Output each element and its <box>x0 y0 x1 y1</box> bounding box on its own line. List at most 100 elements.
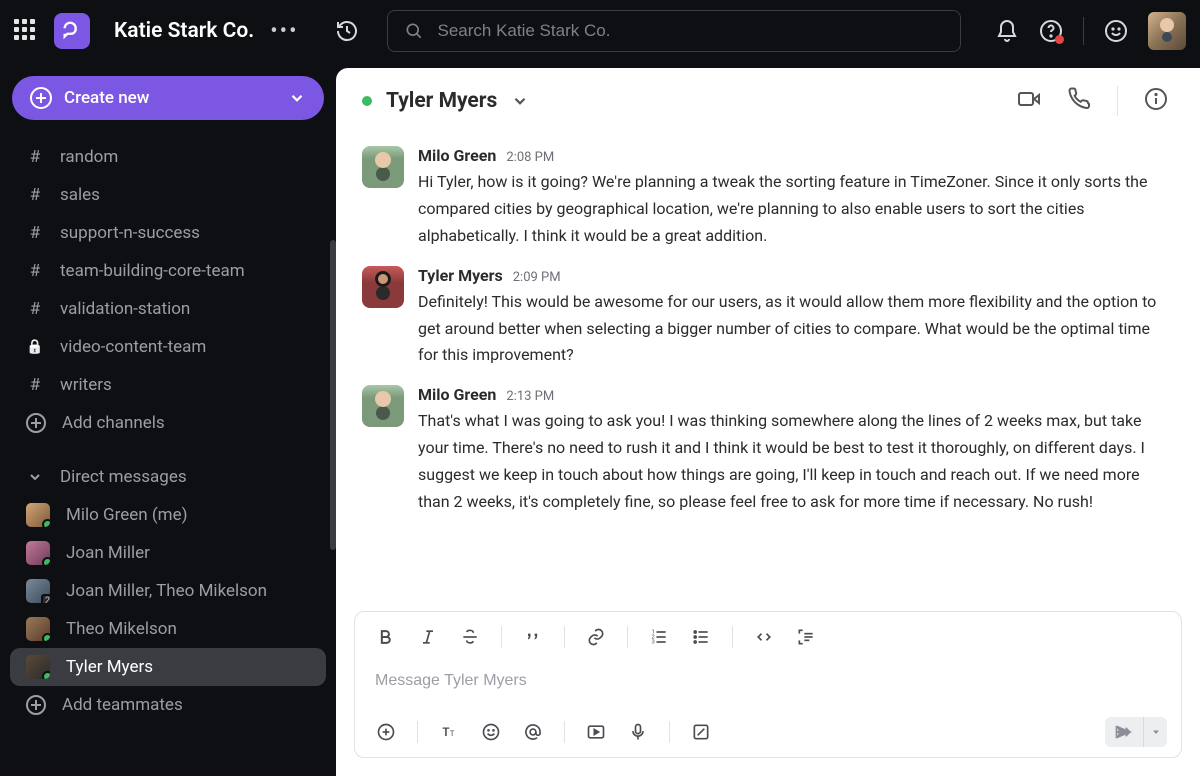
quote-icon[interactable] <box>516 620 550 654</box>
emoji-picker-icon[interactable] <box>474 715 508 749</box>
message-author[interactable]: Milo Green <box>418 146 496 165</box>
italic-icon[interactable] <box>411 620 445 654</box>
help-badge-dot <box>1055 35 1064 44</box>
presence-dot <box>42 519 50 527</box>
ordered-list-icon[interactable]: 123 <box>642 620 676 654</box>
send-button[interactable] <box>1105 717 1143 747</box>
message-avatar[interactable] <box>362 385 404 427</box>
dm-avatar <box>26 503 50 527</box>
message-time: 2:13 PM <box>506 389 554 404</box>
video-clip-icon[interactable] <box>579 715 613 749</box>
divider <box>501 626 502 648</box>
chat-area: Tyler Myers Milo Green2:08 PMHi Tyler, h… <box>336 68 1200 776</box>
mention-icon[interactable] <box>516 715 550 749</box>
history-icon[interactable] <box>335 19 359 43</box>
composer-input-area[interactable] <box>355 662 1181 707</box>
emoji-icon[interactable] <box>1104 19 1128 43</box>
dm-item[interactable]: Theo Mikelson <box>0 610 336 648</box>
channel-label: support-n-success <box>60 223 200 243</box>
chevron-down-icon <box>26 469 44 485</box>
channel-item[interactable]: #validation-station <box>0 290 336 328</box>
add-channels-button[interactable]: Add channels <box>0 404 336 442</box>
message-avatar[interactable] <box>362 266 404 308</box>
microphone-icon[interactable] <box>621 715 655 749</box>
composer-action-toolbar: TT <box>355 707 1181 757</box>
workspace-title[interactable]: Katie Stark Co. <box>114 19 254 43</box>
chevron-down-icon <box>288 89 306 107</box>
divider <box>564 721 565 743</box>
dm-label: Milo Green (me) <box>66 505 188 525</box>
link-icon[interactable] <box>579 620 613 654</box>
channel-item[interactable]: 🔒video-content-team <box>0 328 336 366</box>
dm-label: Tyler Myers <box>66 657 153 677</box>
code-icon[interactable] <box>747 620 781 654</box>
dm-avatar <box>26 541 50 565</box>
channel-item[interactable]: #random <box>0 138 336 176</box>
phone-call-icon[interactable] <box>1061 81 1097 121</box>
dm-section-header[interactable]: Direct messages <box>0 458 336 496</box>
shortcuts-icon[interactable] <box>684 715 718 749</box>
code-block-icon[interactable] <box>789 620 823 654</box>
add-teammates-button[interactable]: Add teammates <box>0 686 336 724</box>
dm-label: Joan Miller, Theo Mikelson <box>66 581 267 601</box>
bold-icon[interactable] <box>369 620 403 654</box>
message-list[interactable]: Milo Green2:08 PMHi Tyler, how is it goi… <box>336 134 1200 603</box>
divider <box>564 626 565 648</box>
video-call-icon[interactable] <box>1011 81 1047 121</box>
brand-logo[interactable] <box>54 13 90 49</box>
channel-label: validation-station <box>60 299 190 319</box>
notifications-icon[interactable] <box>995 19 1019 43</box>
divider <box>417 721 418 743</box>
send-options-button[interactable] <box>1143 717 1167 747</box>
help-icon[interactable] <box>1039 19 1063 43</box>
channel-item[interactable]: #writers <box>0 366 336 404</box>
top-right-icons <box>995 12 1186 50</box>
dm-item[interactable]: Joan Miller <box>0 534 336 572</box>
chat-header: Tyler Myers <box>336 68 1200 134</box>
channel-label: team-building-core-team <box>60 261 245 281</box>
more-menu-icon[interactable]: ••• <box>270 19 298 44</box>
hash-icon: # <box>26 261 44 281</box>
dm-section-label: Direct messages <box>60 467 296 487</box>
chat-title[interactable]: Tyler Myers <box>386 89 497 113</box>
dm-avatar <box>26 617 50 641</box>
info-icon[interactable] <box>1138 81 1174 121</box>
message-author[interactable]: Tyler Myers <box>418 266 503 285</box>
channel-label: video-content-team <box>60 337 206 357</box>
scrollbar[interactable] <box>330 240 336 550</box>
dm-avatar <box>26 655 50 679</box>
dm-item[interactable]: 2Joan Miller, Theo Mikelson <box>0 572 336 610</box>
dm-item[interactable]: Milo Green (me) <box>0 496 336 534</box>
dm-label: Theo Mikelson <box>66 619 177 639</box>
message-time: 2:09 PM <box>513 270 561 285</box>
presence-indicator <box>362 96 372 106</box>
app-switcher-icon[interactable] <box>14 19 38 43</box>
plus-circle-icon <box>30 87 52 109</box>
message: Tyler Myers2:09 PMDefinitely! This would… <box>358 258 1178 378</box>
composer-format-toolbar: 123 <box>355 612 1181 662</box>
channel-item[interactable]: #support-n-success <box>0 214 336 252</box>
channel-item[interactable]: # team-building-core-team <box>0 252 336 290</box>
create-new-button[interactable]: Create new <box>12 76 324 120</box>
chevron-down-icon[interactable] <box>511 92 529 110</box>
message-input[interactable] <box>373 671 1163 691</box>
composer: 123 TT <box>354 611 1182 758</box>
dm-item[interactable]: Tyler Myers <box>10 648 326 686</box>
strikethrough-icon[interactable] <box>453 620 487 654</box>
bullet-list-icon[interactable] <box>684 620 718 654</box>
channel-label: sales <box>60 185 100 205</box>
message-avatar[interactable] <box>362 146 404 188</box>
attach-icon[interactable] <box>369 715 403 749</box>
message-author[interactable]: Milo Green <box>418 385 496 404</box>
search-bar[interactable] <box>387 10 962 52</box>
text-format-icon[interactable]: TT <box>432 715 466 749</box>
sidebar-scroll[interactable]: #random#sales#support-n-success # team-bui… <box>0 138 336 776</box>
presence-dot <box>42 671 50 679</box>
search-input[interactable] <box>436 20 945 42</box>
plus-circle-icon <box>26 695 46 715</box>
message: Milo Green2:08 PMHi Tyler, how is it goi… <box>358 138 1178 258</box>
user-avatar[interactable] <box>1148 12 1186 50</box>
sidebar: Create new #random#sales#support-n-succe… <box>0 62 336 776</box>
svg-text:T: T <box>442 725 449 739</box>
channel-item[interactable]: #sales <box>0 176 336 214</box>
